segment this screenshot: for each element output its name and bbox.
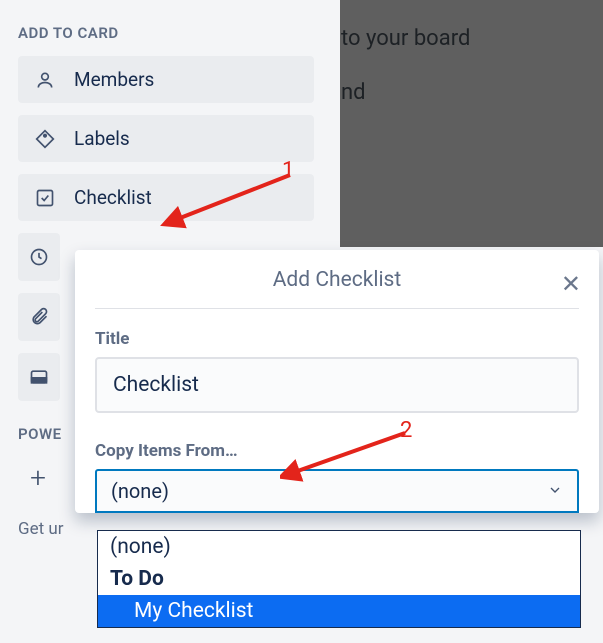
background-text-2: nd: [341, 80, 366, 105]
background-text-1: to your board: [341, 26, 470, 51]
attachment-icon: [28, 306, 50, 328]
members-button[interactable]: Members: [18, 56, 314, 103]
popover-title: Add Checklist: [273, 268, 402, 292]
person-icon: [34, 69, 56, 91]
menu-item-label: Labels: [74, 127, 130, 150]
section-title: ADD TO CARD: [18, 24, 322, 42]
checkbox-icon: [34, 187, 56, 209]
add-powerup-button[interactable]: +: [18, 457, 58, 497]
title-input[interactable]: [95, 357, 579, 413]
dates-button[interactable]: [18, 233, 60, 281]
title-field-label: Title: [95, 329, 579, 349]
annotation-label-1: 1: [282, 158, 294, 183]
dropdown-option-mychecklist[interactable]: My Checklist: [98, 595, 580, 627]
select-value: (none): [111, 479, 169, 503]
labels-button[interactable]: Labels: [18, 115, 314, 162]
attachment-button[interactable]: [18, 293, 60, 341]
annotation-label-2: 2: [400, 418, 412, 443]
plus-icon: +: [30, 461, 46, 494]
dropdown-option-todo[interactable]: To Do: [98, 563, 580, 595]
tag-icon: [34, 128, 56, 150]
close-icon[interactable]: ✕: [561, 270, 581, 298]
copy-items-select[interactable]: (none): [95, 469, 579, 513]
menu-item-label: Members: [74, 68, 154, 91]
copy-items-label: Copy Items From…: [95, 441, 579, 461]
cover-button[interactable]: [18, 353, 60, 401]
popover-header: Add Checklist ✕: [95, 268, 579, 309]
add-checklist-popover: Add Checklist ✕ Title Copy Items From… (…: [75, 250, 599, 513]
menu-item-label: Checklist: [74, 186, 152, 209]
clock-icon: [28, 246, 50, 268]
card-icon: [28, 366, 50, 388]
dropdown-option-none[interactable]: (none): [98, 531, 580, 563]
copy-items-dropdown: (none) To Do My Checklist: [97, 530, 581, 628]
chevron-down-icon: [547, 479, 563, 503]
checklist-button[interactable]: Checklist: [18, 174, 314, 221]
